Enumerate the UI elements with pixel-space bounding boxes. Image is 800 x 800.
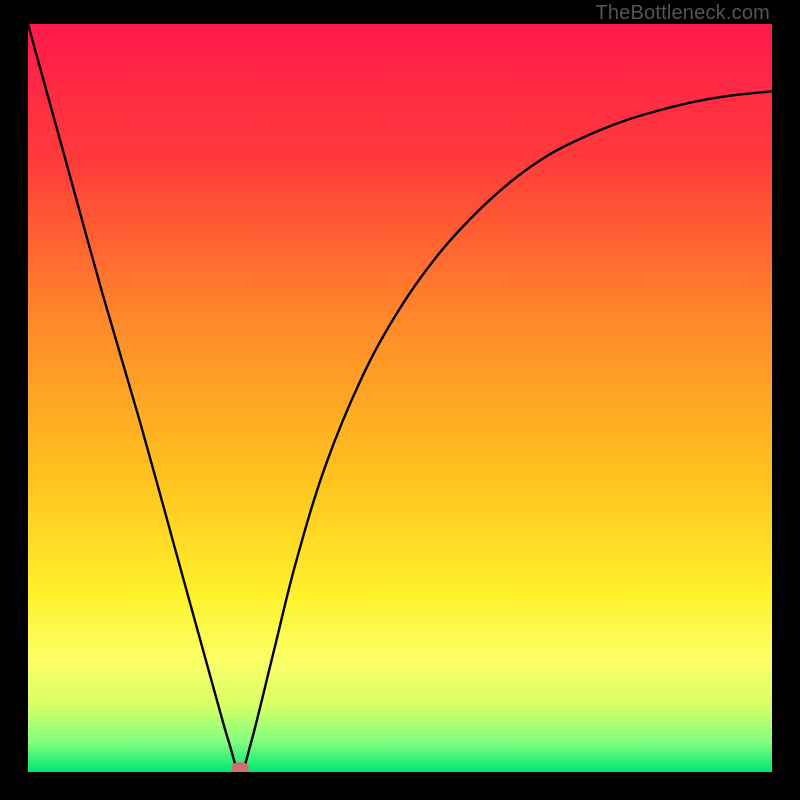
attribution-text: TheBottleneck.com bbox=[595, 2, 770, 25]
bottleneck-curve bbox=[28, 24, 772, 772]
curve-layer bbox=[28, 24, 772, 772]
chart-frame: TheBottleneck.com bbox=[0, 0, 800, 800]
plot-area bbox=[28, 24, 772, 772]
